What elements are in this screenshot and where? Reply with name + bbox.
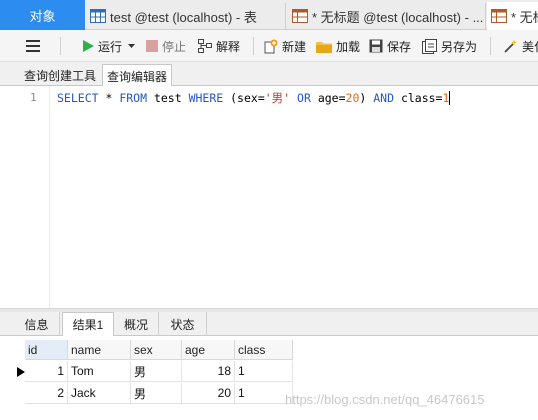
document-tab-strip: 对象 test @test (localhost) - 表 * 无标题 @tes… — [0, 0, 538, 30]
result-grid: id name sex age class 1 Tom 男 18 1 2 Jac… — [0, 336, 538, 420]
result-tabs: 信息 结果1 概况 状态 — [0, 312, 538, 337]
tab-objects[interactable]: 对象 — [0, 0, 85, 30]
magic-wand-icon — [504, 39, 517, 53]
tab-untitled-query[interactable]: * 无标题 @test (localhost) - ... — [288, 3, 486, 29]
tab-overview[interactable]: 概况 — [114, 312, 159, 336]
explain-label: 解释 — [216, 39, 241, 54]
new-icon — [264, 39, 278, 53]
new-query-button[interactable]: 新建 — [263, 30, 306, 62]
tab-result-1[interactable]: 结果1 — [62, 312, 114, 337]
sql-keyword: FROM — [119, 91, 148, 105]
stop-button[interactable]: 停止 — [146, 30, 186, 62]
folder-icon — [316, 41, 332, 53]
table-icon — [90, 9, 106, 23]
stop-label: 停止 — [162, 39, 187, 54]
run-label: 运行 — [98, 39, 123, 54]
beautify-button[interactable]: 美化 — [503, 30, 538, 62]
line-number-gutter: 1 — [0, 86, 50, 308]
column-header-class[interactable]: class — [235, 340, 293, 360]
query-toolbar: 运行 停止 解释 新建 加载 保存 另存为 美化 — [0, 30, 538, 62]
table-cell[interactable]: 1 — [235, 361, 293, 382]
sql-keyword: OR — [290, 91, 318, 105]
sql-text: test — [147, 91, 189, 105]
text-caret — [449, 91, 451, 105]
run-button[interactable]: 运行 — [82, 30, 122, 62]
sql-string-literal: '男' — [264, 91, 291, 105]
tab-untitled-active-label: * 无标 — [511, 9, 538, 25]
sql-text: age= — [317, 91, 346, 105]
sql-text: class= — [394, 91, 443, 105]
sql-number-literal: 1 — [442, 91, 450, 105]
tab-query-builder[interactable]: 查询创建工具 — [20, 64, 100, 86]
sql-keyword: WHERE — [188, 91, 224, 105]
tab-info[interactable]: 信息 — [14, 312, 60, 336]
toolbar-divider — [490, 37, 491, 55]
save-label: 保存 — [387, 39, 412, 54]
table-cell[interactable]: 男 — [131, 383, 182, 404]
load-label: 加载 — [336, 39, 361, 54]
table-cell[interactable]: Jack — [68, 383, 131, 404]
sql-keyword: AND — [373, 91, 395, 105]
column-header-id[interactable]: id — [25, 340, 68, 360]
sql-keyword: SELECT — [57, 91, 99, 105]
query-table-icon — [292, 9, 308, 23]
sql-text: (sex= — [223, 91, 265, 105]
beautify-label: 美化 — [522, 39, 538, 54]
chevron-down-icon — [128, 43, 135, 48]
tab-table-test[interactable]: test @test (localhost) - 表 — [86, 3, 286, 29]
toolbar-divider — [60, 37, 61, 55]
tab-table-test-label: test @test (localhost) - 表 — [110, 9, 257, 25]
save-icon — [369, 39, 383, 53]
sql-number-literal: 20 — [345, 91, 360, 105]
tab-status[interactable]: 状态 — [159, 312, 207, 336]
query-table-icon — [491, 9, 507, 23]
editor-mode-tabs: 查询创建工具 查询编辑器 — [0, 62, 538, 87]
run-dropdown[interactable] — [128, 30, 139, 62]
table-cell[interactable]: 2 — [25, 383, 68, 404]
line-number: 1 — [30, 91, 37, 104]
load-button[interactable]: 加载 — [316, 30, 360, 62]
table-cell[interactable]: 18 — [182, 361, 235, 382]
stop-icon — [146, 40, 158, 52]
table-cell[interactable]: 20 — [182, 383, 235, 404]
sql-editor[interactable]: 1 SELECT * FROM test WHERE (sex='男' OR a… — [0, 86, 538, 394]
tab-untitled-query-label: * 无标题 @test (localhost) - ... — [312, 9, 484, 25]
sql-text: * — [98, 91, 120, 105]
table-cell[interactable]: 1 — [25, 361, 68, 382]
hamburger-icon — [26, 40, 40, 52]
watermark-text: https://blog.csdn.net/qq_46476615 — [285, 392, 485, 407]
save-button[interactable]: 保存 — [369, 30, 411, 62]
table-cell[interactable]: 男 — [131, 361, 182, 382]
tab-query-editor[interactable]: 查询编辑器 — [102, 64, 173, 87]
toolbar-divider — [253, 37, 254, 55]
table-cell[interactable]: Tom — [68, 361, 131, 382]
column-header-age[interactable]: age — [182, 340, 235, 360]
sql-text: ) — [359, 91, 374, 105]
sql-code-line[interactable]: SELECT * FROM test WHERE (sex='男' OR age… — [57, 90, 451, 106]
play-icon — [83, 40, 94, 52]
column-header-name[interactable]: name — [68, 340, 131, 360]
explain-button[interactable]: 解释 — [198, 30, 240, 62]
current-row-indicator-icon — [17, 367, 25, 377]
save-as-label: 另存为 — [441, 39, 478, 54]
tab-untitled-active[interactable]: * 无标 — [487, 2, 538, 30]
column-header-sex[interactable]: sex — [131, 340, 182, 360]
menu-button[interactable] — [26, 30, 44, 62]
explain-icon — [198, 39, 212, 53]
save-as-button[interactable]: 另存为 — [422, 30, 477, 62]
new-label: 新建 — [282, 39, 307, 54]
save-as-icon — [422, 38, 437, 54]
